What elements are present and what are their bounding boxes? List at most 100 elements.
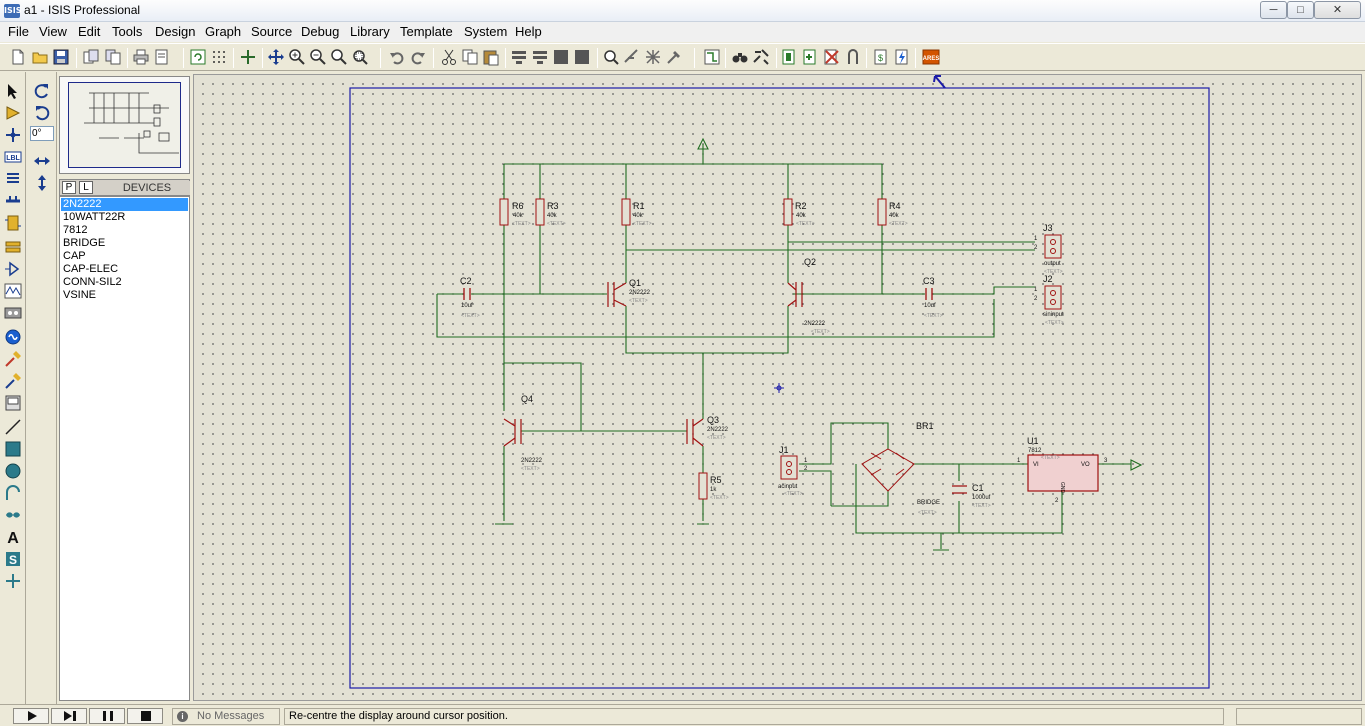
block-move-icon[interactable] <box>531 48 549 66</box>
block-copy-icon[interactable] <box>510 48 528 66</box>
open-folder-icon[interactable] <box>31 48 49 66</box>
pick-device-icon[interactable] <box>602 48 620 66</box>
menu-file[interactable]: File <box>6 24 31 39</box>
paste-icon[interactable] <box>482 48 500 66</box>
virtual-instruments-mode-icon[interactable] <box>4 394 22 412</box>
menu-tools[interactable]: Tools <box>110 24 144 39</box>
print-icon[interactable] <box>132 48 150 66</box>
exit-to-parent-icon[interactable] <box>844 48 862 66</box>
block-rotate-icon[interactable] <box>552 48 570 66</box>
stop-button[interactable] <box>127 708 163 724</box>
2d-path-mode-icon[interactable] <box>4 506 22 524</box>
2d-arc-mode-icon[interactable] <box>4 484 22 502</box>
menu-view[interactable]: View <box>37 24 69 39</box>
close-button[interactable]: ✕ <box>1314 1 1361 19</box>
graph-mode-icon[interactable] <box>4 282 22 300</box>
redo-icon[interactable] <box>409 48 427 66</box>
device-item-10watt22r[interactable]: 10WATT22R <box>61 211 188 224</box>
export-section-icon[interactable] <box>104 48 122 66</box>
buses-mode-icon[interactable] <box>4 192 22 210</box>
menu-template[interactable]: Template <box>398 24 455 39</box>
zoom-all-icon[interactable] <box>330 48 348 66</box>
pick-devices-button[interactable]: P <box>62 181 76 194</box>
pan-icon[interactable] <box>267 48 285 66</box>
2d-line-mode-icon[interactable] <box>4 418 22 436</box>
wire-autorouter-icon[interactable] <box>703 48 721 66</box>
step-button[interactable] <box>51 708 87 724</box>
menu-debug[interactable]: Debug <box>299 24 341 39</box>
tape-recorder-mode-icon[interactable] <box>4 304 22 322</box>
current-probe-mode-icon[interactable] <box>4 372 22 390</box>
ares-netlist-icon[interactable]: ARES <box>922 48 940 66</box>
device-item-vsine[interactable]: VSINE <box>61 289 188 302</box>
pause-button[interactable] <box>89 708 125 724</box>
origin-icon[interactable] <box>239 48 257 66</box>
rotate-clockwise-icon[interactable] <box>33 82 51 100</box>
mirror-x-icon[interactable] <box>33 152 51 170</box>
save-icon[interactable] <box>52 48 70 66</box>
br1-ref: BR1 <box>916 421 934 431</box>
menu-source[interactable]: Source <box>249 24 294 39</box>
mirror-y-icon[interactable] <box>33 174 51 192</box>
device-item-2n2222[interactable]: 2N2222 <box>61 198 188 211</box>
make-device-icon[interactable] <box>623 48 641 66</box>
text-placeholder: <TEXT> <box>633 221 652 227</box>
2d-markers-mode-icon[interactable] <box>4 572 22 590</box>
overview-window[interactable] <box>59 76 190 174</box>
menu-help[interactable]: Help <box>513 24 544 39</box>
menu-graph[interactable]: Graph <box>203 24 243 39</box>
bill-of-materials-icon[interactable]: $ <box>872 48 890 66</box>
rotation-angle-field[interactable]: 0° <box>30 126 54 141</box>
menu-design[interactable]: Design <box>153 24 197 39</box>
zoom-area-icon[interactable] <box>351 48 369 66</box>
import-section-icon[interactable] <box>82 48 100 66</box>
new-sheet-icon[interactable] <box>781 48 799 66</box>
packaging-tool-icon[interactable] <box>644 48 662 66</box>
zoom-out-icon[interactable] <box>309 48 327 66</box>
remove-sheet-icon[interactable] <box>823 48 841 66</box>
menu-library[interactable]: Library <box>348 24 392 39</box>
cut-icon[interactable] <box>440 48 458 66</box>
messages-area[interactable]: i No Messages <box>172 708 280 725</box>
copy-icon[interactable] <box>461 48 479 66</box>
device-item-bridge[interactable]: BRIDGE <box>61 237 188 250</box>
play-button[interactable] <box>13 708 49 724</box>
set-area-icon[interactable] <box>153 48 171 66</box>
decompose-icon[interactable] <box>665 48 683 66</box>
electrical-rules-check-icon[interactable] <box>893 48 911 66</box>
text-script-mode-icon[interactable] <box>4 170 22 188</box>
2d-symbol-mode-icon[interactable]: S <box>4 550 22 568</box>
maximize-button[interactable]: □ <box>1287 1 1314 19</box>
menu-system[interactable]: System <box>462 24 509 39</box>
2d-circle-mode-icon[interactable] <box>4 462 22 480</box>
junction-dot-mode-icon[interactable] <box>4 126 22 144</box>
generator-mode-icon[interactable] <box>4 328 22 346</box>
device-item-cap-elec[interactable]: CAP-ELEC <box>61 263 188 276</box>
terminals-mode-icon[interactable] <box>4 238 22 256</box>
2d-box-mode-icon[interactable] <box>4 440 22 458</box>
component-mode-icon[interactable] <box>4 104 22 122</box>
device-item-7812[interactable]: 7812 <box>61 224 188 237</box>
property-assignment-icon[interactable] <box>752 48 770 66</box>
rotate-anticlockwise-icon[interactable] <box>33 104 51 122</box>
block-delete-icon[interactable] <box>573 48 591 66</box>
selection-mode-icon[interactable] <box>4 82 22 100</box>
wire-label-mode-icon[interactable]: LBL <box>4 148 22 166</box>
device-item-cap[interactable]: CAP <box>61 250 188 263</box>
device-item-conn-sil2[interactable]: CONN-SIL2 <box>61 276 188 289</box>
library-manager-button[interactable]: L <box>79 181 93 194</box>
2d-text-mode-icon[interactable]: A <box>4 528 22 546</box>
redraw-icon[interactable] <box>189 48 207 66</box>
undo-icon[interactable] <box>388 48 406 66</box>
schematic-canvas[interactable]: R6 40k R3 40k R1 40k R2 40k R4 40k R5 1k… <box>193 74 1362 701</box>
new-file-icon[interactable] <box>9 48 27 66</box>
zoom-in-icon[interactable] <box>288 48 306 66</box>
search-tag-icon[interactable] <box>731 48 749 66</box>
device-pins-mode-icon[interactable] <box>4 260 22 278</box>
voltage-probe-mode-icon[interactable] <box>4 350 22 368</box>
add-sheet-icon[interactable] <box>802 48 820 66</box>
subcircuit-mode-icon[interactable] <box>4 214 22 232</box>
minimize-button[interactable]: ─ <box>1260 1 1287 19</box>
menu-edit[interactable]: Edit <box>76 24 102 39</box>
grid-toggle-icon[interactable] <box>210 48 228 66</box>
